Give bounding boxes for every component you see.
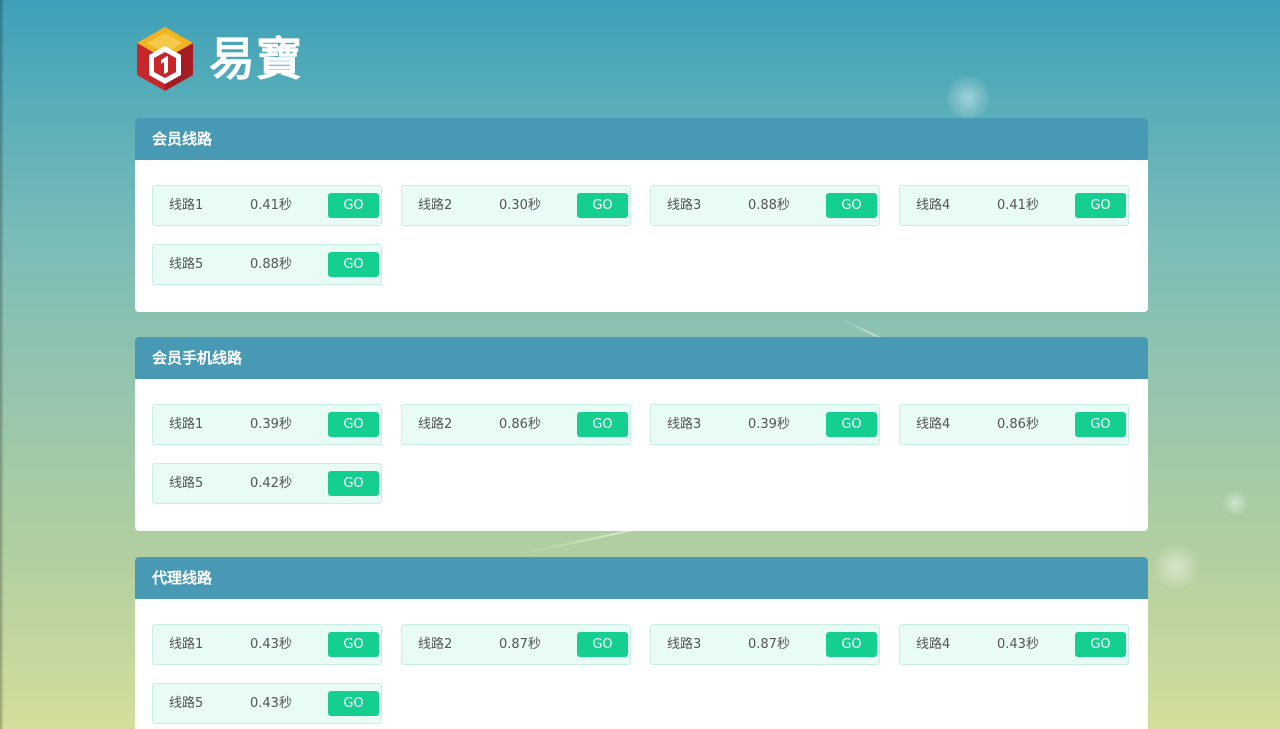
- go-button[interactable]: GO: [826, 193, 877, 218]
- go-button[interactable]: GO: [328, 193, 379, 218]
- left-edge-shadow: [0, 0, 4, 729]
- route-latency: 0.39秒: [748, 417, 790, 432]
- go-button[interactable]: GO: [577, 632, 628, 657]
- background-bokeh-light: [1222, 490, 1248, 516]
- route-name: 线路5: [169, 696, 204, 711]
- route-card: 线路5 0.42秒 GO: [152, 463, 382, 504]
- route-latency: 0.30秒: [499, 198, 541, 213]
- route-card: 线路3 0.87秒 GO: [650, 624, 880, 665]
- route-card: 线路3 0.88秒 GO: [650, 185, 880, 226]
- route-latency: 0.86秒: [997, 417, 1039, 432]
- section-title: 代理线路: [135, 557, 1148, 599]
- route-latency: 0.43秒: [250, 637, 292, 652]
- route-name: 线路3: [667, 417, 702, 432]
- route-card: 线路2 0.30秒 GO: [401, 185, 631, 226]
- route-card: 线路1 0.43秒 GO: [152, 624, 382, 665]
- route-name: 线路5: [169, 257, 204, 272]
- brand-name: 易寶: [209, 32, 303, 86]
- route-name: 线路4: [916, 637, 951, 652]
- go-button[interactable]: GO: [1075, 632, 1126, 657]
- route-latency: 0.87秒: [748, 637, 790, 652]
- route-latency: 0.88秒: [250, 257, 292, 272]
- route-card: 线路1 0.39秒 GO: [152, 404, 382, 445]
- route-latency: 0.43秒: [250, 696, 292, 711]
- route-card: 线路4 0.41秒 GO: [899, 185, 1129, 226]
- route-latency: 0.87秒: [499, 637, 541, 652]
- route-name: 线路2: [418, 417, 453, 432]
- go-button[interactable]: GO: [328, 632, 379, 657]
- route-card: 线路1 0.41秒 GO: [152, 185, 382, 226]
- route-latency: 0.41秒: [250, 198, 292, 213]
- member-mobile-routes-panel: 会员手机线路 线路1 0.39秒 GO 线路2 0.86秒 GO 线路3 0.3…: [135, 337, 1148, 531]
- agent-routes-panel: 代理线路 线路1 0.43秒 GO 线路2 0.87秒 GO 线路3 0.87秒…: [135, 557, 1148, 729]
- background-bokeh-light: [945, 75, 991, 121]
- route-name: 线路1: [169, 417, 204, 432]
- route-name: 线路1: [169, 637, 204, 652]
- route-card: 线路5 0.88秒 GO: [152, 244, 382, 285]
- route-name: 线路3: [667, 198, 702, 213]
- route-name: 线路2: [418, 637, 453, 652]
- go-button[interactable]: GO: [577, 193, 628, 218]
- route-name: 线路1: [169, 198, 204, 213]
- route-latency: 0.43秒: [997, 637, 1039, 652]
- route-name: 线路4: [916, 198, 951, 213]
- go-button[interactable]: GO: [328, 252, 379, 277]
- go-button[interactable]: GO: [328, 471, 379, 496]
- route-card: 线路5 0.43秒 GO: [152, 683, 382, 724]
- route-latency: 0.41秒: [997, 198, 1039, 213]
- go-button[interactable]: GO: [1075, 193, 1126, 218]
- route-latency: 0.42秒: [250, 476, 292, 491]
- member-routes-panel: 会员线路 线路1 0.41秒 GO 线路2 0.30秒 GO 线路3 0.88秒…: [135, 118, 1148, 312]
- route-card: 线路3 0.39秒 GO: [650, 404, 880, 445]
- section-title: 会员线路: [135, 118, 1148, 160]
- route-name: 线路3: [667, 637, 702, 652]
- route-name: 线路2: [418, 198, 453, 213]
- route-name: 线路5: [169, 476, 204, 491]
- section-title: 会员手机线路: [135, 337, 1148, 379]
- route-card: 线路2 0.86秒 GO: [401, 404, 631, 445]
- background-bokeh-light: [1152, 543, 1200, 591]
- site-header: 易寶: [135, 24, 303, 94]
- go-button[interactable]: GO: [328, 412, 379, 437]
- go-button[interactable]: GO: [1075, 412, 1126, 437]
- go-button[interactable]: GO: [577, 412, 628, 437]
- route-card: 线路4 0.86秒 GO: [899, 404, 1129, 445]
- route-card: 线路4 0.43秒 GO: [899, 624, 1129, 665]
- route-name: 线路4: [916, 417, 951, 432]
- go-button[interactable]: GO: [826, 632, 877, 657]
- route-latency: 0.88秒: [748, 198, 790, 213]
- route-latency: 0.39秒: [250, 417, 292, 432]
- route-card: 线路2 0.87秒 GO: [401, 624, 631, 665]
- cube-number-1-logo-icon: [137, 27, 193, 91]
- go-button[interactable]: GO: [826, 412, 877, 437]
- route-latency: 0.86秒: [499, 417, 541, 432]
- go-button[interactable]: GO: [328, 691, 379, 716]
